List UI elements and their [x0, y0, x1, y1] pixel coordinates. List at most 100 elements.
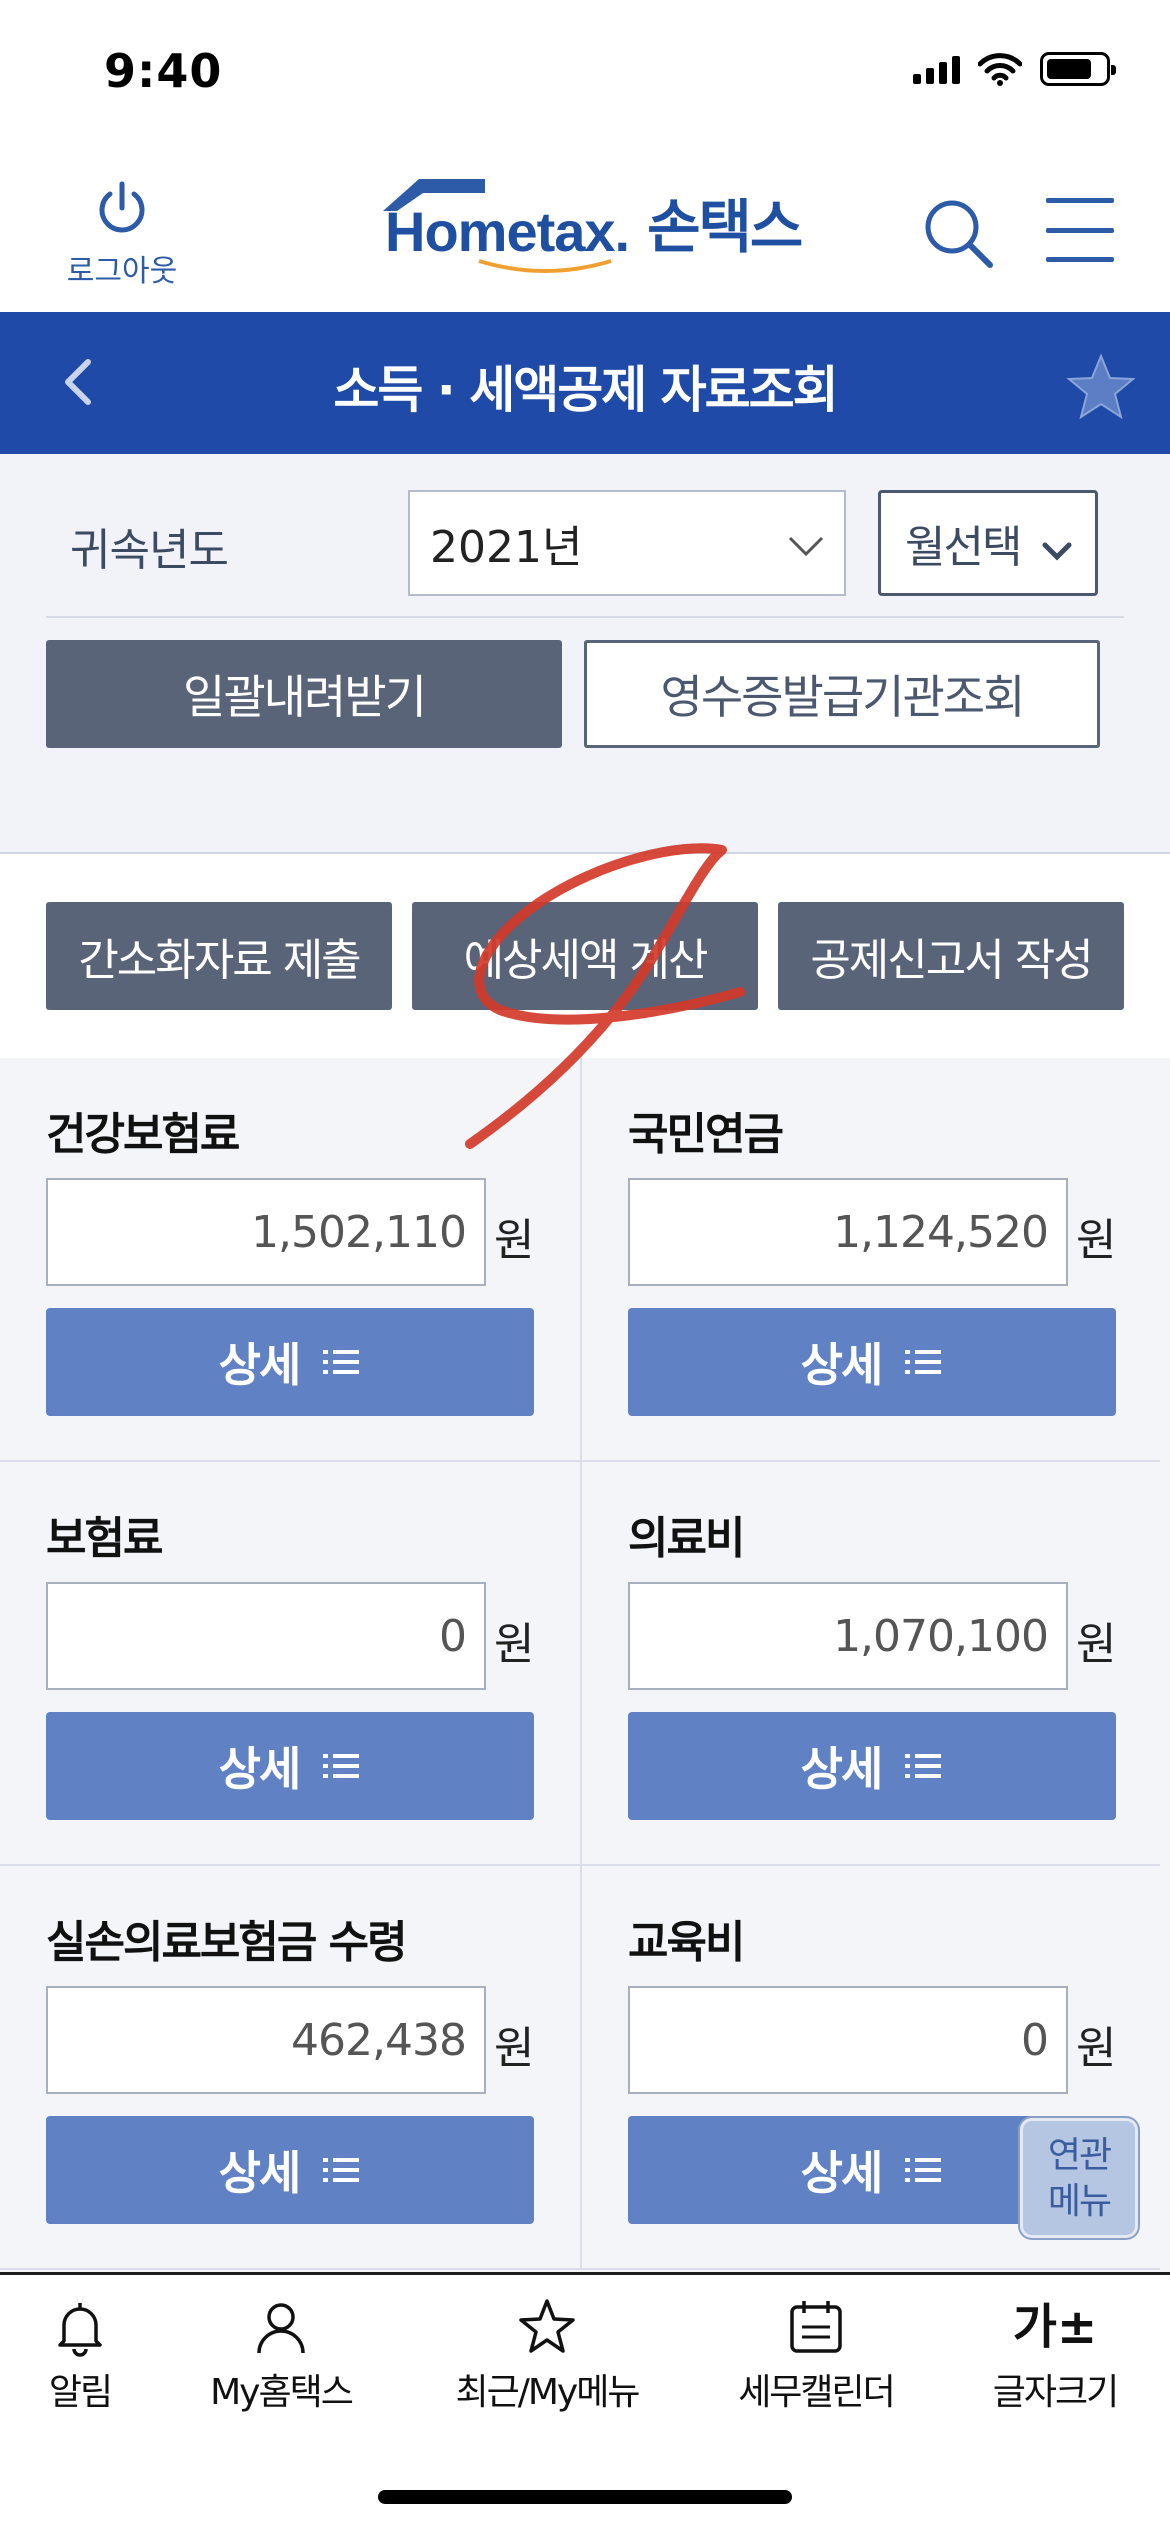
action-row: 간소화자료 제출 예상세액 계산 공제신고서 작성 [0, 854, 1170, 1058]
deduction-title: 건강보험료 [46, 1109, 240, 1160]
page-title: 소득 · 세액공제 자료조회 [333, 361, 838, 419]
star-icon [1066, 353, 1136, 420]
related-menu-line2: 메뉴 [1047, 2181, 1112, 2222]
amount-field: 1,070,100 [628, 1582, 1068, 1690]
logo-ko: 손택스 [647, 193, 803, 261]
hometax-logo[interactable]: Hometax. 손택스 [383, 179, 803, 273]
list-icon [323, 1350, 360, 1374]
wifi-icon [978, 53, 1022, 86]
unit-label: 원 [1076, 1619, 1117, 1670]
status-bar: 9:40 [0, 0, 1170, 150]
download-all-button[interactable]: 일괄내려받기 [46, 640, 562, 748]
favorite-button[interactable] [1066, 352, 1136, 422]
deduction-card-medical: 의료비 1,070,100 원 상세 [580, 1462, 1160, 1866]
submit-simplified-data-button[interactable]: 간소화자료 제출 [46, 902, 392, 1010]
nav-label: 최근/My메뉴 [455, 2372, 641, 2413]
list-icon [905, 2158, 942, 2182]
deduction-title: 의료비 [628, 1513, 745, 1564]
related-menu-button[interactable]: 연관 메뉴 [1020, 2118, 1138, 2238]
detail-label: 상세 [800, 1742, 884, 1796]
amount-field: 0 [628, 1986, 1068, 2094]
year-select-value: 2021년 [430, 522, 583, 573]
search-icon [925, 200, 993, 268]
nav-label: 알림 [48, 2372, 113, 2413]
receipt-issuer-lookup-button[interactable]: 영수증발급기관조회 [584, 640, 1100, 748]
calendar-icon [790, 2301, 842, 2353]
search-button[interactable] [920, 195, 1000, 275]
amount-field: 0 [46, 1582, 486, 1690]
nav-label: My홈택스 [210, 2372, 354, 2413]
chevron-down-icon [788, 536, 824, 557]
deduction-card-insurance: 보험료 0 원 상세 [0, 1462, 580, 1866]
deduction-title: 보험료 [46, 1513, 163, 1564]
filter-area: 귀속년도 2021년 월선택 일괄내려받기 영수증발급기관조회 [0, 454, 1170, 854]
nav-item-my-hometax[interactable]: My홈택스 [196, 2297, 366, 2415]
month-select[interactable]: 월선택 [878, 490, 1098, 596]
amount-field: 1,502,110 [46, 1178, 486, 1286]
status-icons [913, 52, 1116, 86]
nav-label: 세무캘린더 [738, 2372, 896, 2413]
year-select[interactable]: 2021년 [408, 490, 846, 596]
detail-label: 상세 [800, 2146, 884, 2200]
detail-button[interactable]: 상세 [46, 1308, 534, 1416]
logout-label: 로그아웃 [66, 254, 178, 289]
hamburger-menu-button[interactable] [1046, 198, 1114, 262]
list-icon [323, 1754, 360, 1778]
divider [46, 616, 1124, 618]
house-roof-icon [383, 179, 485, 211]
detail-button[interactable]: 상세 [628, 1308, 1116, 1416]
bell-icon [58, 2303, 102, 2357]
logo-smile-icon [478, 259, 612, 273]
unit-label: 원 [1076, 2023, 1117, 2074]
amount-field: 462,438 [46, 1986, 486, 2094]
deduction-card-health-insurance: 건강보험료 1,502,110 원 상세 [0, 1058, 580, 1462]
unit-label: 원 [494, 1619, 535, 1670]
deduction-card-national-pension: 국민연금 1,124,520 원 상세 [580, 1058, 1160, 1462]
deduction-title: 실손의료보험금 수령 [46, 1917, 408, 1968]
app-header: 로그아웃 Hometax. 손택스 [0, 150, 1170, 312]
nav-item-recent-my-menu[interactable]: 최근/My메뉴 [442, 2297, 652, 2415]
unit-label: 원 [494, 2023, 535, 2074]
deduction-card-indemnity-insurance-claims: 실손의료보험금 수령 462,438 원 상세 [0, 1866, 580, 2270]
deduction-grid: 건강보험료 1,502,110 원 상세 국민연금 1,124,520 원 상세… [0, 1058, 1170, 2272]
detail-button[interactable]: 상세 [46, 2116, 534, 2224]
cellular-signal-icon [913, 54, 960, 84]
detail-button[interactable]: 상세 [628, 1712, 1116, 1820]
logo-en: Hometax. [383, 179, 630, 273]
power-icon [99, 181, 145, 233]
estimate-tax-button[interactable]: 예상세액 계산 [412, 902, 758, 1010]
amount-field: 1,124,520 [628, 1178, 1068, 1286]
star-icon [519, 2299, 575, 2353]
list-icon [323, 2158, 360, 2182]
list-icon [905, 1754, 942, 1778]
deduction-title: 국민연금 [628, 1109, 784, 1160]
hamburger-line [1046, 198, 1114, 203]
font-size-icon: 가± [1012, 2299, 1098, 2355]
hamburger-line [1046, 227, 1114, 233]
deduction-title: 교육비 [628, 1917, 745, 1968]
month-select-label: 월선택 [905, 522, 1022, 573]
detail-button[interactable]: 상세 [46, 1712, 534, 1820]
hamburger-line [1046, 257, 1114, 262]
related-menu-line1: 연관 [1047, 2135, 1112, 2176]
detail-label: 상세 [218, 1338, 302, 1392]
nav-item-font-size[interactable]: 가± 글자크기 [980, 2297, 1130, 2415]
nav-item-tax-calendar[interactable]: 세무캘린더 [726, 2297, 906, 2415]
write-deduction-form-button[interactable]: 공제신고서 작성 [778, 902, 1124, 1010]
page-title-bar: 소득 · 세액공제 자료조회 [0, 312, 1170, 454]
year-label: 귀속년도 [70, 525, 229, 576]
detail-label: 상세 [218, 1742, 302, 1796]
unit-label: 원 [494, 1215, 535, 1266]
battery-icon [1040, 52, 1116, 86]
nav-label: 글자크기 [992, 2372, 1119, 2413]
unit-label: 원 [1076, 1215, 1117, 1266]
detail-label: 상세 [218, 2146, 302, 2200]
nav-item-notifications[interactable]: 알림 [28, 2297, 132, 2415]
status-time: 9:40 [104, 44, 223, 98]
logout-button[interactable]: 로그아웃 [52, 178, 192, 290]
home-indicator[interactable] [378, 2490, 792, 2504]
person-icon [257, 2303, 305, 2354]
detail-label: 상세 [800, 1338, 884, 1392]
chevron-down-icon [1042, 542, 1072, 561]
list-icon [905, 1350, 942, 1374]
